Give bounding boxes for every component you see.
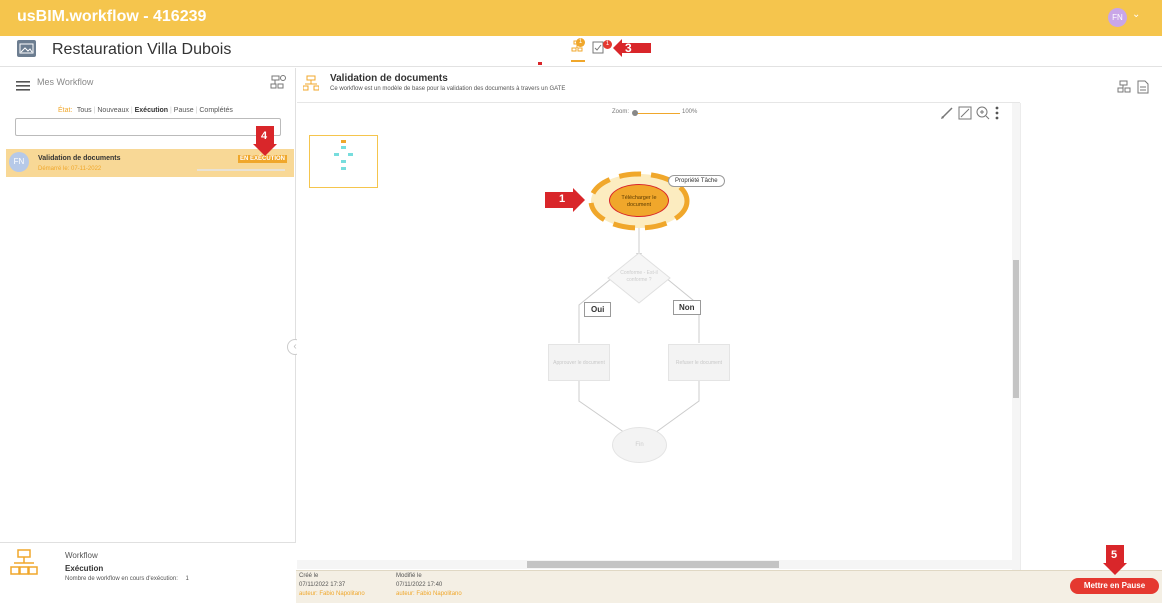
- zoom-control: Zoom:: [612, 109, 629, 115]
- created-author: auteur: Fabio Napolitano: [299, 591, 365, 597]
- minimap[interactable]: [309, 135, 378, 188]
- filter-pause[interactable]: Pause: [174, 107, 194, 114]
- filter-label: État:: [58, 107, 73, 114]
- task-properties-button[interactable]: Propriété Tâche: [668, 175, 725, 187]
- workflow-hierarchy-icon: [10, 548, 38, 583]
- clipboard-check-icon: [592, 41, 604, 54]
- footer-state: Exécution: [65, 564, 104, 573]
- task-properties-pane: [1020, 103, 1162, 570]
- zoom-slider[interactable]: [634, 113, 680, 114]
- status-badge: EN EXÉCUTION: [238, 155, 288, 163]
- workflow-tab-badge: 1: [576, 38, 585, 47]
- hamburger-menu-icon[interactable]: [16, 78, 30, 96]
- branch-no-label: Non: [673, 300, 701, 315]
- created-date: 07/11/2022 17:37: [299, 582, 346, 588]
- workflow-item-started: Démarré le: 07-11-2022: [38, 166, 102, 172]
- callout-label-5: 5: [1111, 549, 1118, 561]
- chevron-down-icon[interactable]: ⌄: [1132, 9, 1140, 20]
- workflow-settings-icon[interactable]: [1117, 80, 1133, 99]
- modified-label: Modifié le: [396, 573, 422, 579]
- running-count-row: Nombre de workflow en cours d'exécution:…: [65, 576, 189, 582]
- status-filter-bar: État: Tous | Nouveaux | Exécution | Paus…: [58, 107, 233, 114]
- workflow-description: Ce workflow est un modèle de base pour l…: [330, 86, 566, 92]
- created-label: Créé le: [299, 573, 319, 579]
- zoom-label: Zoom:: [612, 109, 630, 115]
- zoom-slider-handle[interactable]: [632, 110, 638, 116]
- fullscreen-icon[interactable]: [958, 106, 972, 125]
- footer-section-title: Workflow: [65, 551, 98, 560]
- filter-completes[interactable]: Complétés: [199, 107, 232, 114]
- callout-label-3: 3: [625, 41, 632, 55]
- callout-label-1: 1: [559, 193, 566, 205]
- modified-author: auteur: Fabio Napolitano: [396, 591, 462, 597]
- end-node[interactable]: Fin: [612, 427, 667, 463]
- decorative-mark: [538, 62, 542, 65]
- gate-node[interactable]: Conforme - Est-il conforme ?: [617, 270, 661, 288]
- approve-document-node[interactable]: Approuver le document: [548, 344, 610, 381]
- workflow-progress-bar: [197, 169, 285, 171]
- callout-arrow-3: [613, 39, 651, 57]
- filter-nouveaux[interactable]: Nouveaux: [97, 107, 129, 114]
- project-name: Restauration Villa Dubois: [52, 41, 232, 58]
- running-count-label: Nombre de workflow en cours d'exécution:: [65, 576, 178, 582]
- callout-label-4: 4: [261, 130, 268, 142]
- workflow-list-item[interactable]: [6, 149, 294, 177]
- workflow-item-name: Validation de documents: [38, 155, 121, 162]
- modified-date: 07/11/2022 17:40: [396, 582, 443, 588]
- app-window: { "app":{"title":"usBIM.workflow - 41623…: [0, 0, 1162, 603]
- workflow-search-input[interactable]: [15, 118, 281, 136]
- app-title: usBIM.workflow - 416239: [17, 8, 207, 25]
- project-image-icon: [17, 40, 36, 57]
- zoom-in-icon[interactable]: [976, 106, 990, 125]
- workflow-header-icon: [302, 75, 320, 96]
- workflow-owner-avatar: FN: [9, 152, 29, 172]
- filter-execution[interactable]: Exécution: [135, 107, 168, 114]
- sidebar-title: Mes Workflow: [37, 77, 94, 87]
- start-task-node[interactable]: Télécharger le document: [609, 184, 669, 217]
- tasks-tab[interactable]: [592, 40, 604, 54]
- horizontal-scroll-thumb[interactable]: [527, 561, 779, 568]
- document-icon[interactable]: [1137, 80, 1149, 99]
- reject-document-node[interactable]: Refuser le document: [668, 344, 730, 381]
- user-avatar[interactable]: FN: [1108, 8, 1127, 27]
- branch-yes-label: Oui: [584, 302, 612, 317]
- sidebar-footer: [0, 542, 296, 603]
- vertical-scroll-thumb[interactable]: [1013, 260, 1019, 398]
- more-options-icon[interactable]: [994, 106, 1000, 125]
- filter-tous[interactable]: Tous: [77, 107, 92, 114]
- active-tab-indicator: [571, 60, 585, 62]
- pause-workflow-button[interactable]: Mettre en Pause: [1070, 578, 1159, 594]
- running-count-value: 1: [185, 576, 189, 582]
- tasks-tab-badge: 1: [603, 40, 612, 49]
- edit-pencil-icon[interactable]: [940, 106, 954, 125]
- zoom-value: 100%: [682, 109, 698, 115]
- new-workflow-icon[interactable]: [270, 74, 286, 95]
- workflow-title: Validation de documents: [330, 73, 448, 84]
